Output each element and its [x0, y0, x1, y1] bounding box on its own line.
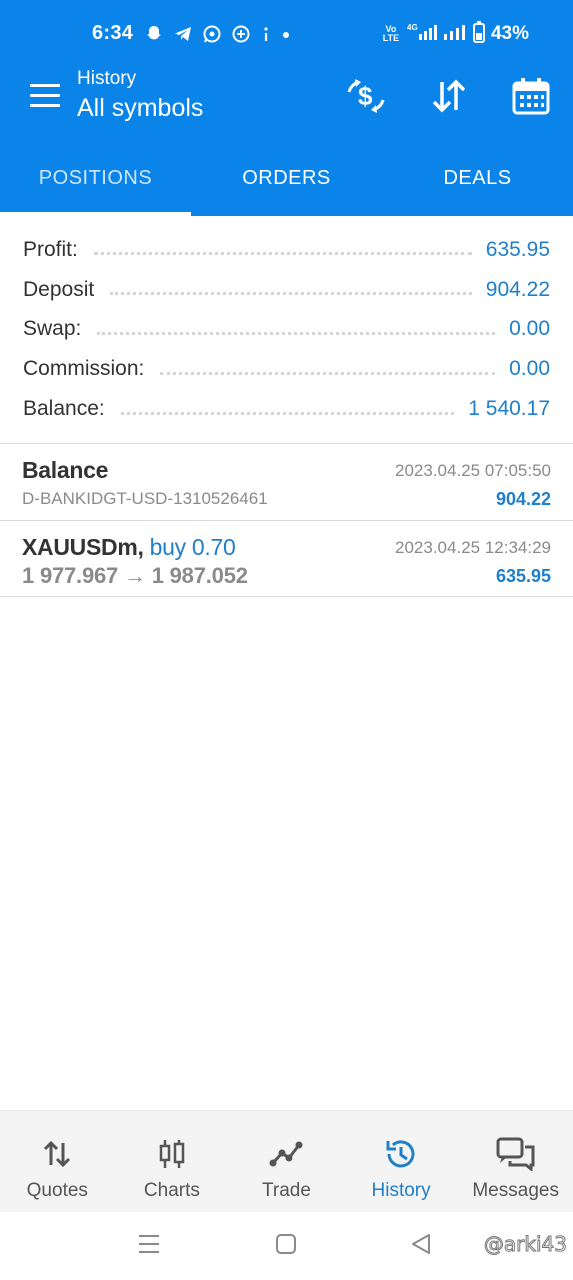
dotted-leader: [93, 252, 472, 256]
nav-label: Trade: [262, 1180, 311, 1201]
summary-row-commission: Commission: 0.00: [0, 349, 573, 389]
summary-value: 0.00: [509, 317, 550, 341]
summary-label: Swap:: [23, 317, 82, 341]
deal-time: 2023.04.25 12:34:29: [395, 538, 551, 557]
dotted-leader: [97, 331, 496, 335]
symbol-selector[interactable]: History All symbols: [77, 66, 203, 123]
summary-label: Deposit: [23, 277, 95, 301]
divider: [0, 596, 573, 597]
telegram-icon: [173, 24, 193, 44]
summary-value: 904.22: [485, 277, 550, 301]
deal-time: 2023.04.25 07:05:50: [395, 461, 551, 480]
summary-panel: Profit: 635.95 Deposit 904.22 Swap: 0.00…: [0, 230, 573, 429]
tab-deals[interactable]: DEALS: [382, 140, 573, 216]
summary-label: Balance:: [23, 397, 105, 421]
battery-icon: [472, 20, 485, 48]
summary-value: 1 540.17: [468, 397, 550, 421]
quotes-icon: [42, 1137, 72, 1171]
dotted-leader: [120, 411, 455, 415]
status-bar: 6:34 Vo LTE 4G 43%: [0, 0, 573, 66]
volte-indicator: Vo LTE: [382, 24, 400, 43]
nav-label: Messages: [472, 1180, 559, 1201]
battery-percent: 43%: [490, 23, 529, 44]
back-icon[interactable]: [410, 1232, 432, 1261]
deal-direction: buy 0.70: [149, 534, 236, 560]
nav-charts[interactable]: Charts: [115, 1111, 230, 1212]
list-item-balance[interactable]: Balance D-BANKIDGT-USD-1310526461 2023.0…: [0, 444, 573, 520]
info-icon: [260, 24, 272, 44]
tab-bar: POSITIONS ORDERS DEALS: [0, 140, 573, 216]
tab-orders[interactable]: ORDERS: [191, 140, 382, 216]
bottom-navigation: Quotes Charts Trade History Messages: [0, 1110, 573, 1212]
signal-4g-icon: 4G: [407, 22, 437, 47]
deal-prices: 1 977.967 → 1 987.052: [22, 563, 248, 588]
page-title: All symbols: [77, 94, 204, 122]
deal-amount: 904.22: [495, 489, 551, 509]
summary-value: 0.00: [509, 357, 550, 381]
summary-row-balance: Balance: 1 540.17: [0, 389, 573, 429]
add-circle-icon: [231, 24, 251, 44]
page-subtitle: History: [77, 68, 137, 89]
signal-icon: [443, 22, 467, 47]
nav-label: History: [371, 1180, 431, 1201]
summary-row-deposit: Deposit 904.22: [0, 270, 573, 310]
summary-label: Profit:: [23, 237, 78, 261]
dot-icon: [281, 24, 291, 44]
summary-label: Commission:: [23, 357, 145, 381]
menu-icon[interactable]: [30, 84, 60, 108]
nav-messages[interactable]: Messages: [458, 1111, 573, 1212]
calendar-icon[interactable]: [509, 74, 553, 118]
whatsapp-icon: [202, 24, 222, 44]
tab-positions[interactable]: POSITIONS: [0, 140, 191, 216]
svg-text:$: $: [358, 81, 373, 111]
dotted-leader: [160, 371, 496, 375]
history-icon: [384, 1137, 418, 1171]
trade-icon: [269, 1137, 303, 1171]
nav-trade[interactable]: Trade: [229, 1111, 344, 1212]
deal-profit: 635.95: [495, 566, 551, 586]
summary-row-profit: Profit: 635.95: [0, 230, 573, 270]
messages-icon: [496, 1137, 536, 1171]
deal-comment: D-BANKIDGT-USD-1310526461: [22, 489, 268, 508]
svg-text:4G: 4G: [407, 23, 418, 32]
summary-row-swap: Swap: 0.00: [0, 310, 573, 350]
dotted-leader: [110, 292, 472, 296]
list-item-position[interactable]: XAUUSDm, buy 0.70 1 977.967 → 1 987.052 …: [0, 521, 573, 597]
snapchat-icon: [144, 24, 164, 44]
charts-icon: [157, 1137, 187, 1171]
nav-history[interactable]: History: [344, 1111, 459, 1212]
system-navigation-bar: @arki43: [0, 1212, 573, 1280]
nav-label: Charts: [143, 1180, 200, 1201]
recent-apps-icon[interactable]: [138, 1232, 160, 1261]
app-bar: History All symbols $: [0, 66, 573, 140]
deal-symbol: XAUUSDm,: [22, 534, 144, 560]
deal-title: XAUUSDm, buy 0.70: [22, 534, 236, 561]
currency-exchange-icon[interactable]: $: [344, 74, 388, 118]
home-icon[interactable]: [275, 1232, 297, 1261]
nav-quotes[interactable]: Quotes: [0, 1111, 115, 1212]
watermark-text: @arki43: [483, 1232, 567, 1257]
status-time: 6:34: [92, 22, 134, 44]
deal-title: Balance: [22, 457, 109, 483]
system-status: Vo LTE 4G 43%: [381, 20, 529, 48]
nav-label: Quotes: [26, 1180, 88, 1201]
summary-value: 635.95: [485, 237, 550, 261]
sort-icon[interactable]: [427, 74, 471, 118]
notification-icons: [144, 22, 291, 46]
